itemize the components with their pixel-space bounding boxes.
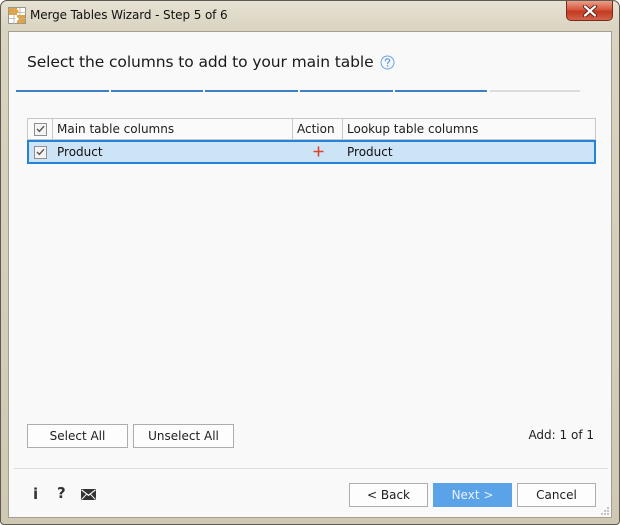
select-all-checkbox[interactable] bbox=[33, 122, 47, 136]
header-lookup-table-columns[interactable]: Lookup table columns bbox=[343, 119, 595, 139]
info-icon[interactable]: i bbox=[33, 485, 38, 503]
header-main-table-columns[interactable]: Main table columns bbox=[53, 119, 293, 139]
row-checkbox-cell bbox=[29, 142, 52, 162]
progress-step-2 bbox=[110, 90, 204, 92]
table-row[interactable]: Product Product bbox=[27, 140, 596, 164]
header-checkbox-cell bbox=[28, 119, 53, 139]
wizard-window: Merge Tables Wizard - Step 5 of 6 Select… bbox=[0, 0, 620, 525]
close-icon bbox=[582, 4, 597, 17]
progress-step-5 bbox=[394, 90, 488, 92]
mail-icon[interactable] bbox=[81, 489, 96, 500]
row-checkbox[interactable] bbox=[34, 145, 47, 159]
title-bar[interactable]: Merge Tables Wizard - Step 5 of 6 bbox=[1, 1, 619, 31]
puzzle-table-icon bbox=[8, 7, 26, 24]
main-column-cell: Product bbox=[57, 145, 103, 159]
unselect-all-button[interactable]: Unselect All bbox=[133, 424, 234, 448]
add-count-status: Add: 1 of 1 bbox=[528, 428, 594, 442]
lookup-column-cell: Product bbox=[347, 145, 393, 159]
cancel-button[interactable]: Cancel bbox=[517, 483, 596, 507]
action-cell[interactable] bbox=[292, 142, 344, 162]
footer-divider bbox=[14, 468, 608, 469]
select-all-button[interactable]: Select All bbox=[27, 424, 128, 448]
checkmark-icon bbox=[36, 148, 45, 156]
window-title: Merge Tables Wizard - Step 5 of 6 bbox=[30, 8, 228, 22]
header-action[interactable]: Action bbox=[293, 119, 343, 139]
checkmark-icon bbox=[36, 125, 45, 133]
page-heading: Select the columns to add to your main t… bbox=[27, 53, 395, 71]
columns-grid: Main table columns Action Lookup table c… bbox=[27, 118, 596, 164]
next-button[interactable]: Next > bbox=[433, 483, 512, 507]
plus-icon bbox=[313, 146, 323, 157]
help-icon[interactable]: ? bbox=[57, 484, 66, 502]
help-circle-icon[interactable] bbox=[380, 55, 395, 70]
back-button[interactable]: < Back bbox=[349, 483, 428, 507]
progress-step-1 bbox=[16, 90, 109, 92]
close-button[interactable] bbox=[566, 1, 613, 21]
wizard-content: Select the columns to add to your main t… bbox=[8, 31, 612, 518]
resize-grip-icon[interactable] bbox=[600, 506, 610, 516]
grid-header: Main table columns Action Lookup table c… bbox=[27, 118, 596, 140]
step-progress bbox=[16, 90, 582, 92]
progress-step-3 bbox=[205, 90, 298, 92]
progress-step-6 bbox=[490, 90, 580, 92]
heading-text: Select the columns to add to your main t… bbox=[27, 53, 374, 71]
progress-step-4 bbox=[299, 90, 393, 92]
